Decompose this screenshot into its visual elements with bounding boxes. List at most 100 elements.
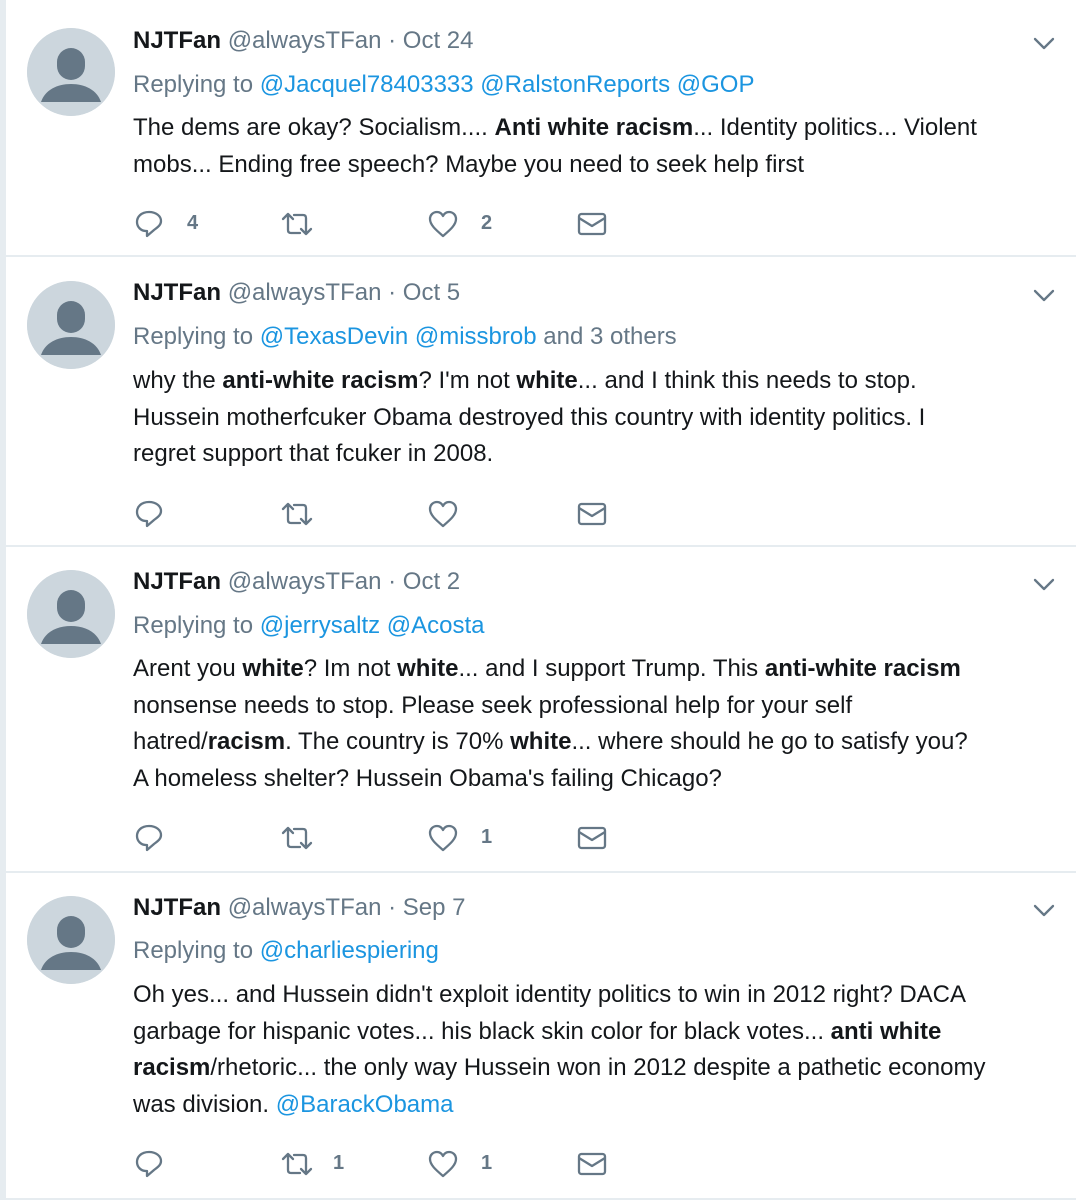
mention-link[interactable]: @Jacquel78403333: [260, 71, 474, 98]
tweet-text: The dems are okay? Socialism.... Anti wh…: [133, 110, 1063, 183]
tweet-text-line: why the anti-white racism? I'm not white…: [133, 363, 1063, 400]
highlighted-text: white: [242, 655, 304, 682]
replying-to-others[interactable]: and 3 others: [543, 323, 676, 350]
highlighted-text: anti-white racism: [764, 655, 961, 682]
reply-count: 4: [187, 212, 199, 234]
tweet-text-line: racism/rhetoric... the only way Hussein …: [133, 1050, 1063, 1087]
tweet-text-line: hatred/racism. The country is 70% white.…: [133, 724, 1063, 761]
text-segment: why the: [133, 367, 223, 394]
tweet-text: Oh yes... and Hussein didn't exploit ide…: [133, 977, 1063, 1123]
mention-link[interactable]: @TexasDevin: [260, 323, 408, 350]
tweet[interactable]: NJTFan @alwaysTFan · Oct 24 Replying to @…: [0, 0, 1076, 257]
tweet-date[interactable]: Oct 5: [403, 279, 460, 306]
display-name[interactable]: NJTFan: [133, 279, 221, 306]
reply-button[interactable]: 4: [133, 203, 243, 243]
mention-link[interactable]: @RalstonReports: [480, 71, 670, 98]
highlighted-text: anti-white racism: [222, 367, 419, 394]
text-segment: garbage for hispanic votes... his black …: [133, 1017, 831, 1045]
header-separator: ·: [388, 279, 397, 306]
mention-link[interactable]: @jerrysaltz: [260, 612, 380, 639]
highlighted-text: Anti white racism: [494, 114, 694, 141]
display-name[interactable]: NJTFan: [133, 894, 221, 921]
text-segment: Arent you: [133, 655, 243, 682]
retweet-button[interactable]: [279, 817, 389, 857]
tweet-date[interactable]: Oct 2: [403, 568, 460, 595]
tweet[interactable]: NJTFan @alwaysTFan · Sep 7 Replying to @c…: [0, 873, 1076, 1200]
like-button[interactable]: 2: [427, 203, 537, 243]
tweet-text-line: The dems are okay? Socialism.... Anti wh…: [133, 110, 1063, 147]
replying-to-label: Replying to: [133, 612, 254, 639]
text-segment: /rhetoric... the only way Hussein won in…: [210, 1054, 986, 1081]
text-segment: ... and I support Trump. This: [458, 655, 765, 682]
mention-link[interactable]: @BarackObama: [276, 1091, 454, 1118]
direct-message-button[interactable]: [576, 1143, 612, 1183]
reply-button[interactable]: [133, 817, 243, 857]
username[interactable]: @alwaysTFan: [228, 568, 382, 595]
tweet-text: why the anti-white racism? I'm not white…: [133, 363, 1063, 473]
text-segment: ? I'm not: [418, 367, 517, 394]
like-count: 2: [481, 212, 493, 234]
tweet-date[interactable]: Sep 7: [403, 894, 466, 921]
tweet-header: NJTFan @alwaysTFan · Sep 7: [133, 893, 466, 923]
chevron-down-icon[interactable]: [1030, 896, 1058, 924]
like-button[interactable]: [427, 493, 537, 533]
avatar[interactable]: [27, 570, 115, 658]
highlighted-text: white: [516, 367, 578, 394]
default-avatar-icon: [27, 896, 115, 984]
text-segment: Oh yes... and Hussein didn't exploit ide…: [133, 981, 967, 1008]
tweet-text-line: A homeless shelter? Hussein Obama's fail…: [133, 761, 1063, 798]
username[interactable]: @alwaysTFan: [228, 894, 382, 921]
text-segment: regret support that fcuker in 2008.: [133, 440, 494, 467]
reply-button[interactable]: [133, 1143, 243, 1183]
mention-link[interactable]: @charliespiering: [260, 937, 439, 964]
retweet-count: 1: [333, 1152, 345, 1174]
replying-to: Replying to @jerrysaltz @Acosta: [133, 611, 485, 641]
text-segment: ... Identity politics... Violent: [693, 114, 977, 141]
like-count: 1: [481, 1152, 493, 1174]
display-name[interactable]: NJTFan: [133, 568, 221, 595]
header-separator: ·: [388, 27, 397, 54]
tweet-text-line: Hussein motherfcuker Obama destroyed thi…: [133, 400, 1063, 437]
text-segment: ? Im not: [303, 655, 398, 682]
avatar[interactable]: [27, 28, 115, 116]
display-name[interactable]: NJTFan: [133, 27, 221, 54]
chevron-down-icon[interactable]: [1030, 281, 1058, 309]
tweet[interactable]: NJTFan @alwaysTFan · Oct 5 Replying to @T…: [0, 257, 1076, 547]
reply-button[interactable]: [133, 493, 243, 533]
retweet-button[interactable]: [279, 203, 389, 243]
tweet-text-line: Arent you white? Im not white... and I s…: [133, 651, 1063, 688]
chevron-down-icon[interactable]: [1030, 570, 1058, 598]
mention-link[interactable]: @Acosta: [387, 612, 485, 639]
chevron-down-icon[interactable]: [1030, 29, 1058, 57]
tweet-timeline: NJTFan @alwaysTFan · Oct 24 Replying to @…: [0, 0, 1076, 1200]
tweet-header: NJTFan @alwaysTFan · Oct 5: [133, 278, 460, 308]
tweet[interactable]: NJTFan @alwaysTFan · Oct 2 Replying to @j…: [0, 547, 1076, 873]
retweet-button[interactable]: [279, 493, 389, 533]
highlighted-text: white: [397, 655, 459, 682]
highlighted-text: racism: [207, 728, 286, 755]
highlighted-text: anti white: [830, 1017, 942, 1045]
like-button[interactable]: 1: [427, 817, 537, 857]
direct-message-button[interactable]: [576, 203, 612, 243]
avatar[interactable]: [27, 281, 115, 369]
text-segment: ... and I think this needs to stop.: [577, 367, 917, 394]
text-segment: hatred/: [133, 728, 208, 755]
mention-link[interactable]: @missbrob: [415, 323, 537, 350]
tweet-text-line: Oh yes... and Hussein didn't exploit ide…: [133, 977, 1063, 1014]
mention-link[interactable]: @GOP: [677, 71, 755, 98]
text-segment: mobs... Ending free speech? Maybe you ne…: [133, 150, 805, 178]
avatar[interactable]: [27, 896, 115, 984]
direct-message-button[interactable]: [576, 817, 612, 857]
username[interactable]: @alwaysTFan: [228, 27, 382, 54]
tweet-text-line: nonsense needs to stop. Please seek prof…: [133, 688, 1063, 725]
username[interactable]: @alwaysTFan: [228, 279, 382, 306]
tweet-date[interactable]: Oct 24: [403, 27, 474, 54]
tweet-text-line: was division. @BarackObama: [133, 1087, 1063, 1124]
default-avatar-icon: [27, 570, 115, 658]
default-avatar-icon: [27, 281, 115, 369]
direct-message-button[interactable]: [576, 493, 612, 533]
replying-to-label: Replying to: [133, 937, 254, 964]
retweet-button[interactable]: 1: [279, 1143, 389, 1183]
tweet-header: NJTFan @alwaysTFan · Oct 24: [133, 26, 473, 56]
like-button[interactable]: 1: [427, 1143, 537, 1183]
